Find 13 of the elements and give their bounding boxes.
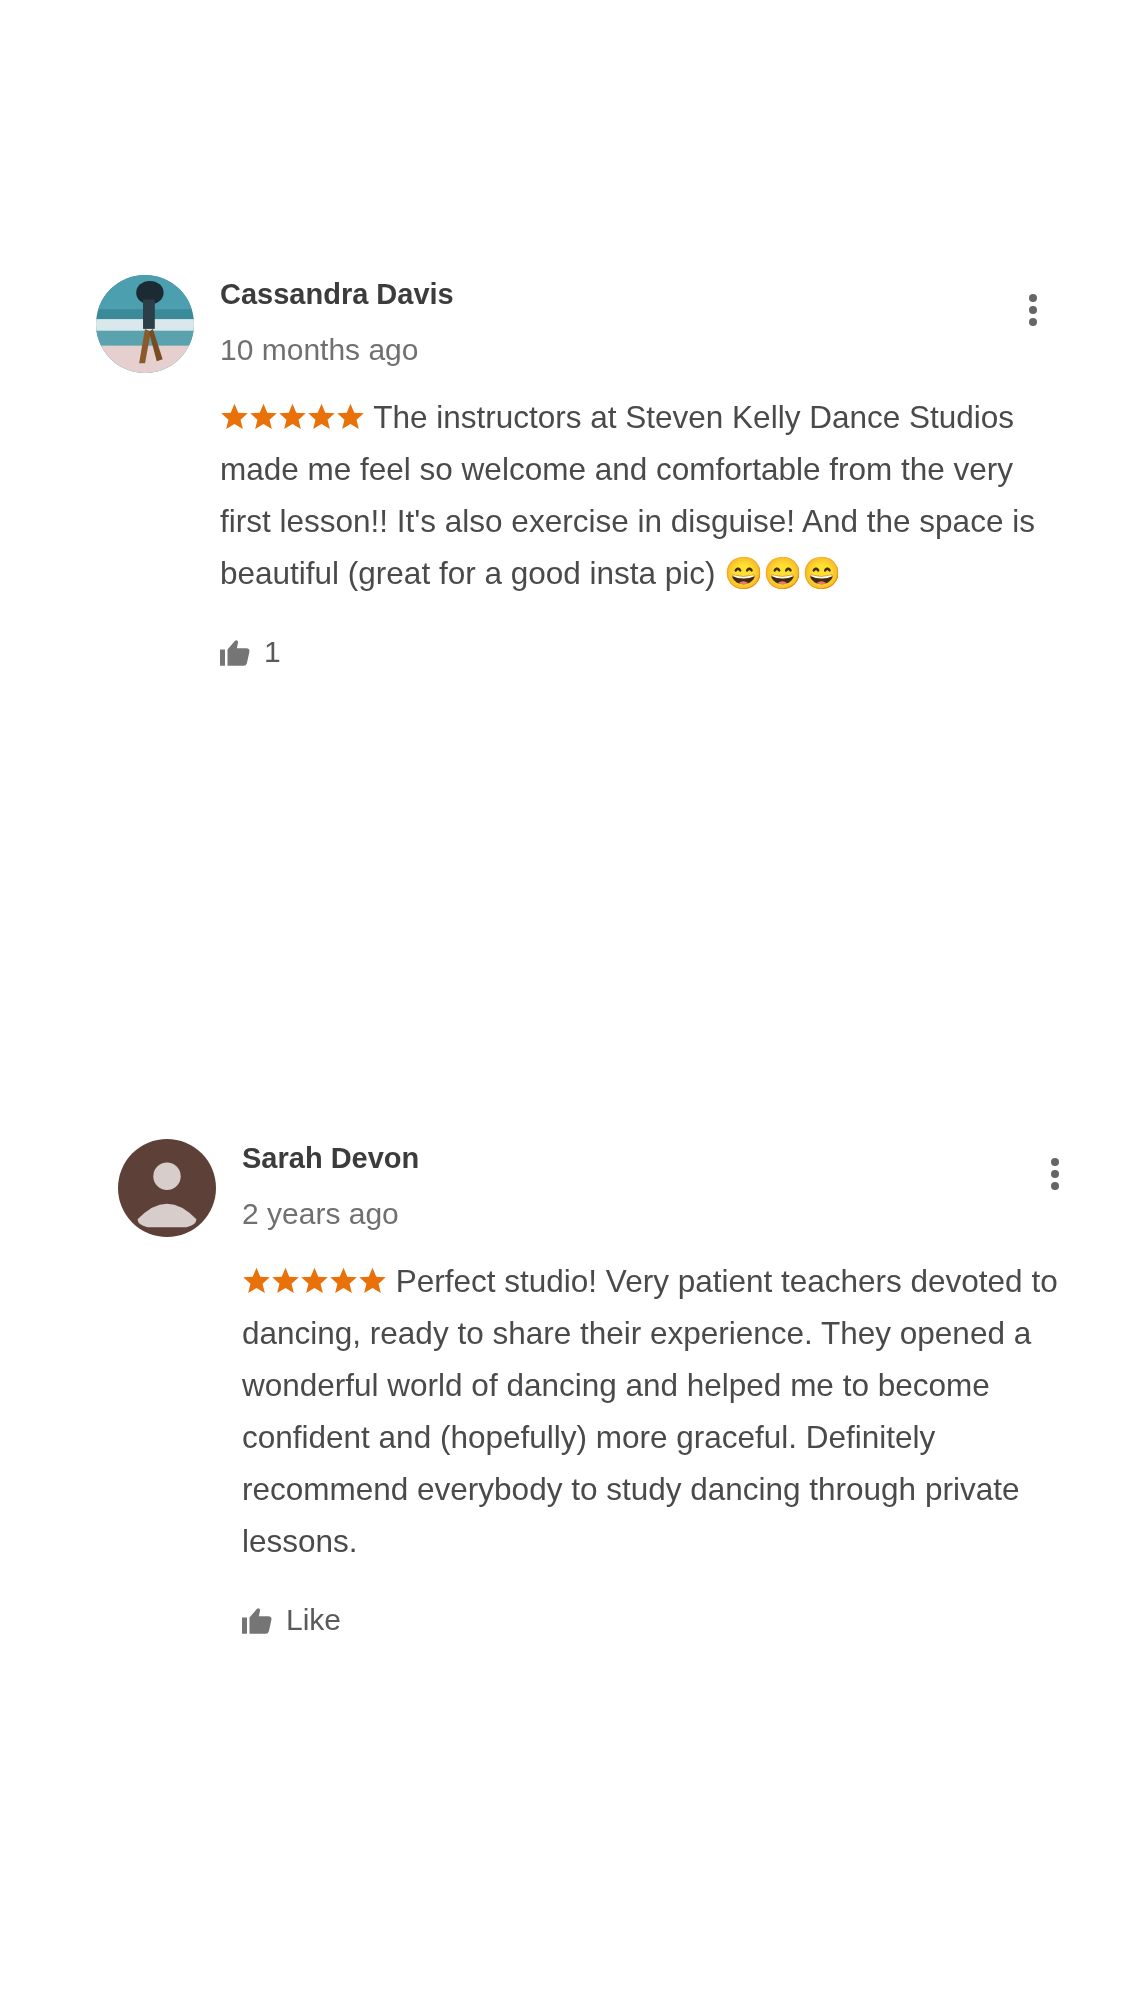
like-button[interactable]: 1 <box>220 635 281 669</box>
reviewer-name: Sarah Devon <box>242 1141 420 1176</box>
review-text: The instructors at Steven Kelly Dance Studios made me feel so welcome and comfortable from the very first lesson!! It's also exercise in disguise! And the space is beautiful (great for a good insta pic) 😄😄😄 <box>220 399 1035 591</box>
review-time: 2 years ago <box>242 1196 400 1232</box>
thumbs-up-icon <box>220 638 250 666</box>
more-options-icon[interactable] <box>1048 1155 1062 1193</box>
reviewer-name: Cassandra Davis <box>220 277 454 312</box>
avatar-icon <box>118 1139 216 1237</box>
thumbs-up-icon <box>242 1606 272 1634</box>
review-text: Perfect studio! Very patient teachers devoted to dancing, ready to share their experience. They opened a wonderful world of dancing and helped me to become confident and (hopefully) more graceful. Definitely recommend everybody to study dancing through private lessons. <box>242 1263 1058 1559</box>
more-options-icon[interactable] <box>1026 291 1040 329</box>
review-time: 10 months ago <box>220 332 420 368</box>
like-button[interactable]: Like <box>242 1603 342 1637</box>
